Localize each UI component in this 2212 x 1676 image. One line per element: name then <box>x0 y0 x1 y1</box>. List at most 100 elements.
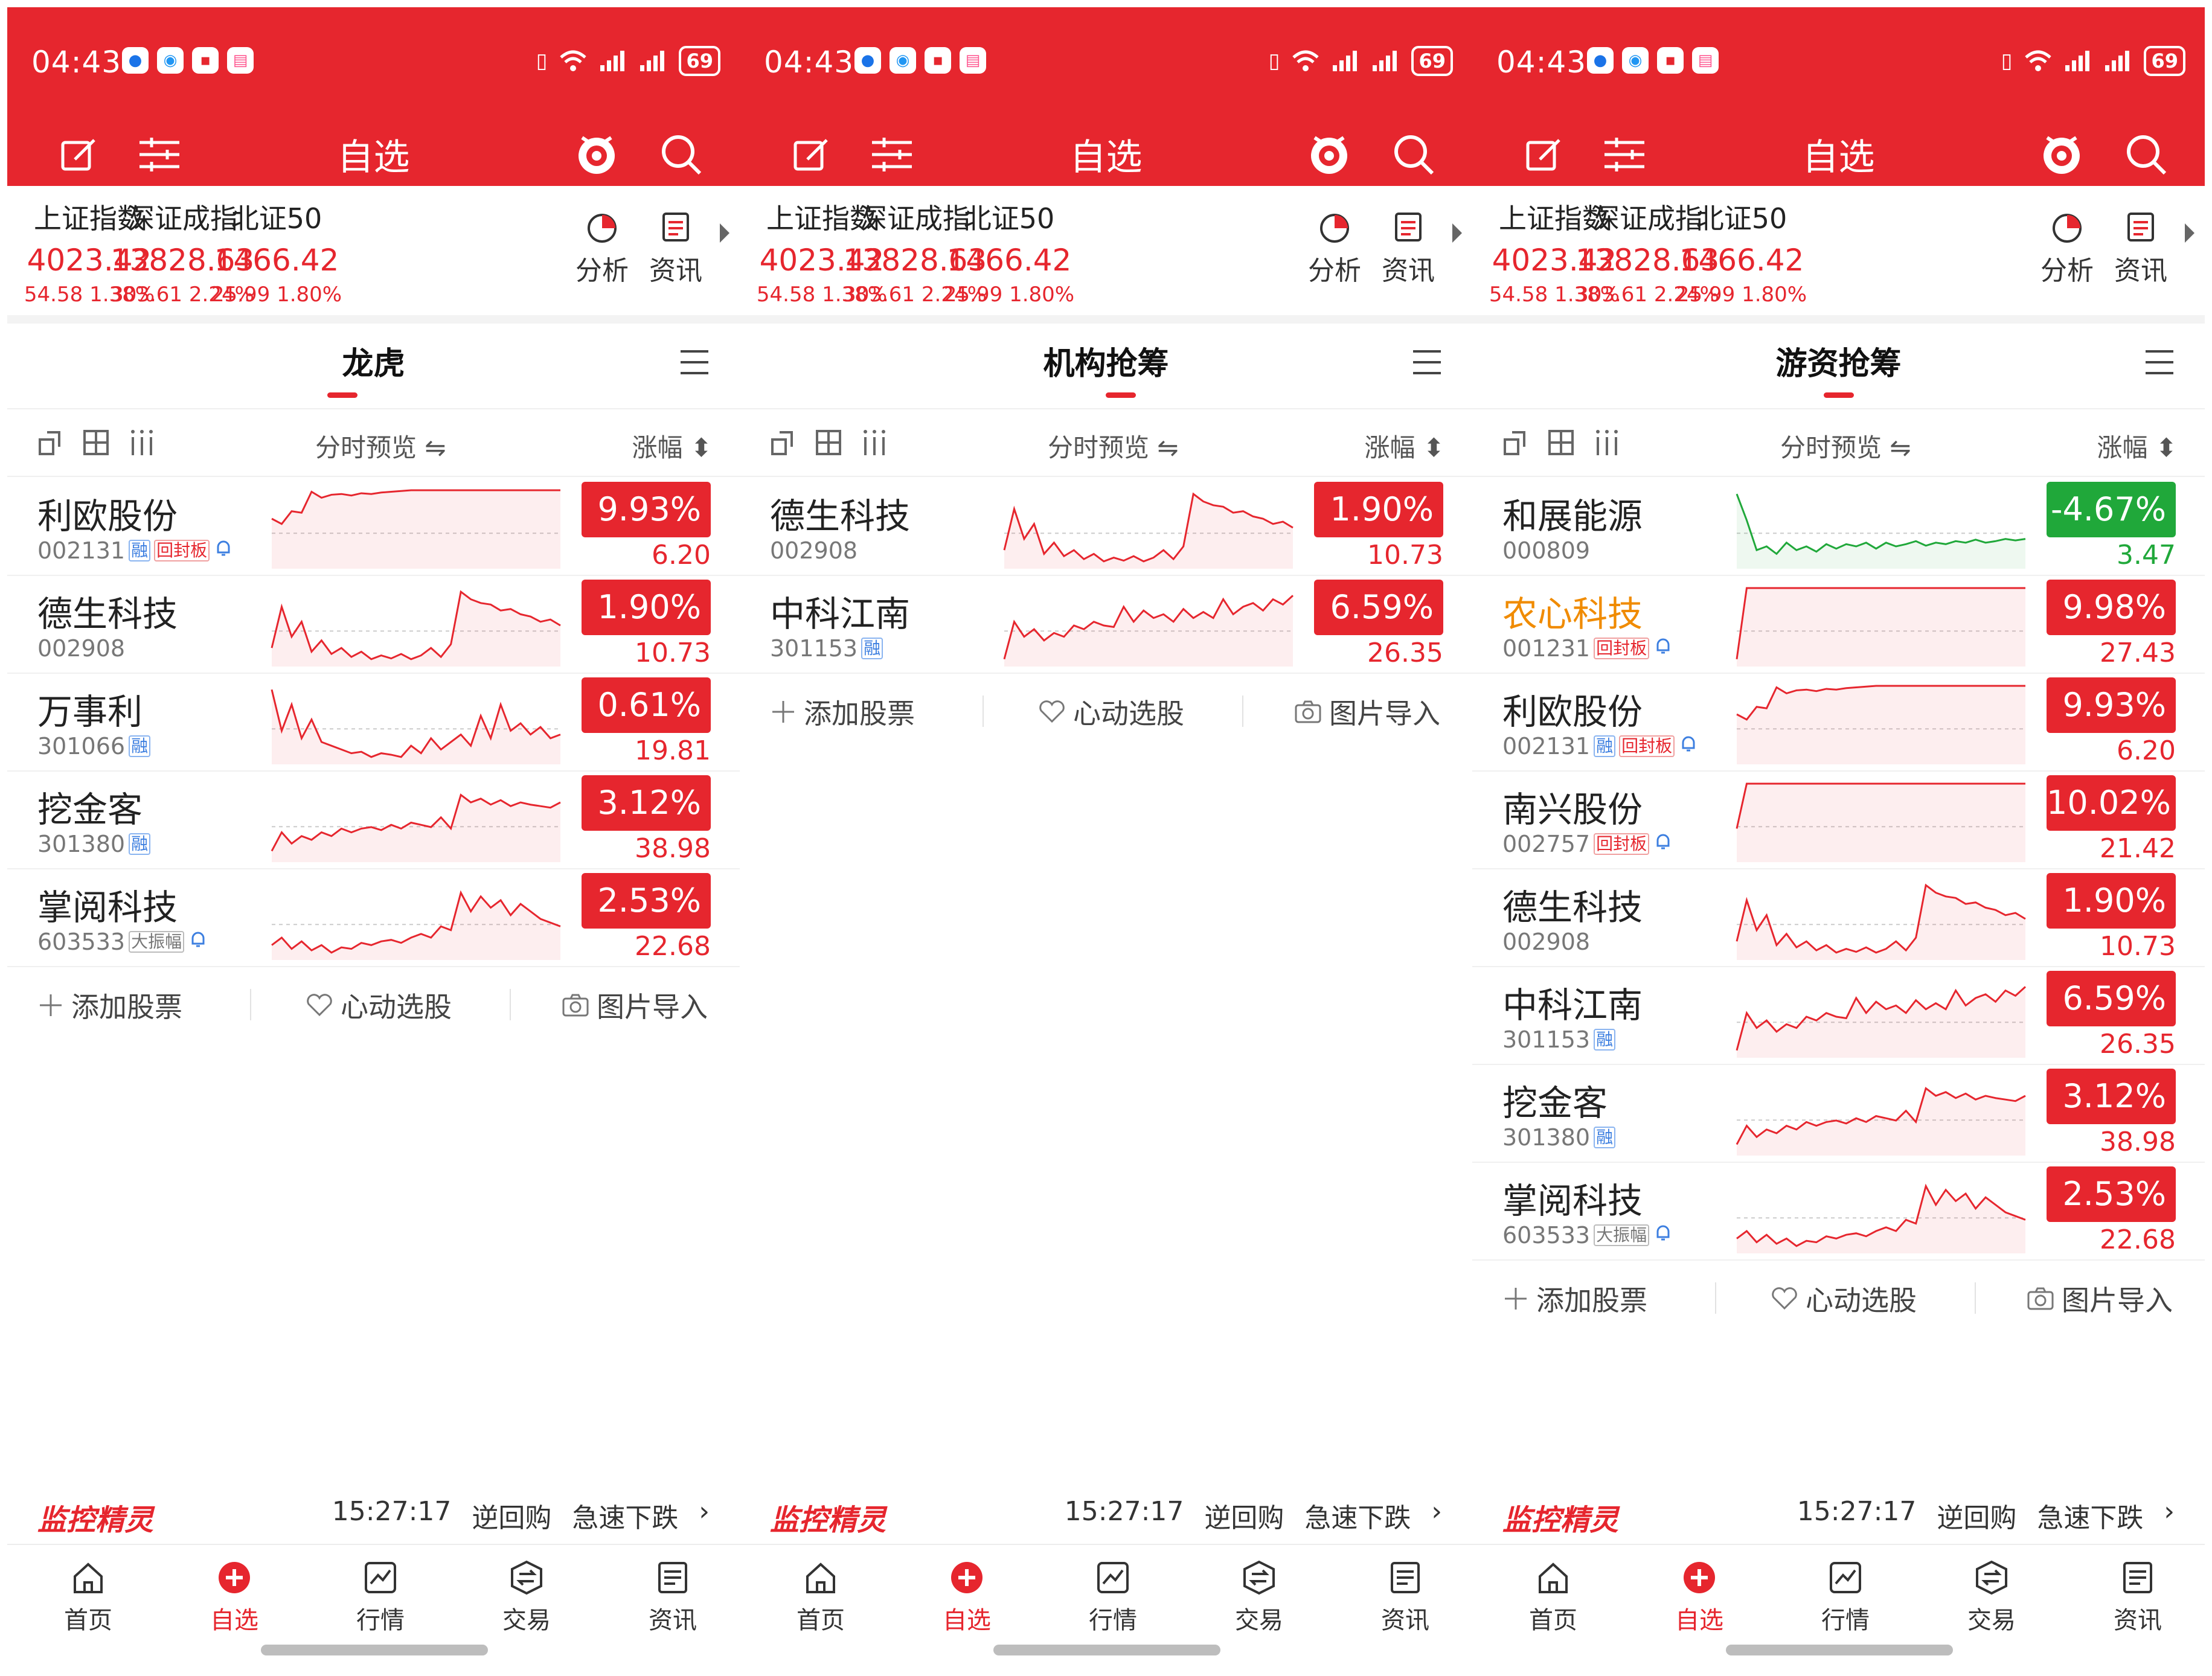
nav-market[interactable]: 行情 <box>1785 1558 1906 1636</box>
analysis-button[interactable]: 分析 <box>2034 210 2100 287</box>
change-column-header[interactable]: 涨幅 ⬍ <box>2097 427 2177 464</box>
alert-ticker[interactable]: 监控精灵 15:27:17 逆回购 急速下跌 › <box>7 1484 740 1544</box>
stock-name: 德生科技 <box>1502 887 1643 928</box>
nav-market[interactable]: 行情 <box>320 1558 441 1636</box>
image-import-button[interactable]: 图片导入 <box>1294 692 1440 732</box>
search-button[interactable] <box>658 132 704 178</box>
pick-stock-button[interactable]: 心动选股 <box>306 985 452 1025</box>
index-quote[interactable]: 北证50 1466.42 25.99 1.80% <box>921 197 1097 307</box>
mascot-button[interactable] <box>1306 132 1352 178</box>
image-import-button[interactable]: 图片导入 <box>562 985 708 1025</box>
add-stock-button[interactable]: 添加股票 <box>37 985 182 1025</box>
chevron-right-icon[interactable] <box>720 223 729 243</box>
nav-trade-label: 交易 <box>502 1607 551 1634</box>
home-indicator[interactable] <box>261 1645 488 1655</box>
stock-code: 301153 <box>1502 1026 1591 1053</box>
news-button[interactable]: 资讯 <box>643 210 709 287</box>
index-quote[interactable]: 北证50 1466.42 25.99 1.80% <box>1653 197 1830 307</box>
sort-mode-icon[interactable] <box>770 429 798 456</box>
stock-row[interactable]: 德生科技 002908 1.90% 10.73 <box>1472 868 2205 967</box>
nav-home[interactable]: 首页 <box>760 1558 881 1636</box>
stock-row[interactable]: 利欧股份 002131 融回封板 9.93% 6.20 <box>7 477 740 576</box>
home-indicator[interactable] <box>1726 1645 1953 1655</box>
nav-news[interactable]: 资讯 <box>612 1558 733 1636</box>
grid-view-icon[interactable] <box>82 429 110 456</box>
pick-stock-button[interactable]: 心动选股 <box>1771 1279 1917 1319</box>
search-button[interactable] <box>1391 132 1437 178</box>
analysis-button[interactable]: 分析 <box>569 210 635 287</box>
alert-ticker[interactable]: 监控精灵 15:27:17 逆回购 急速下跌 › <box>740 1484 1472 1544</box>
chevron-right-icon[interactable] <box>2185 223 2194 243</box>
column-view-icon[interactable] <box>861 429 888 456</box>
menu-icon[interactable] <box>679 349 710 376</box>
preview-column-header[interactable]: 分时预览 ⇋ <box>1048 427 1179 464</box>
image-import-button[interactable]: 图片导入 <box>2027 1279 2173 1319</box>
watchlist-tab-title[interactable]: 游资抢筹 <box>1472 338 2205 383</box>
add-actions: 添加股票 心动选股 图片导入 <box>1472 1263 2205 1323</box>
alert-bell-icon[interactable] <box>1653 635 1673 662</box>
stock-row[interactable]: 农心科技 001231 回封板 9.98% 27.43 <box>1472 575 2205 674</box>
stock-row[interactable]: 德生科技 002908 1.90% 10.73 <box>740 477 1472 576</box>
stock-row[interactable]: 中科江南 301153 融 6.59% 26.35 <box>1472 966 2205 1065</box>
stock-row[interactable]: 掌阅科技 603533 大振幅 2.53% 22.68 <box>1472 1162 2205 1261</box>
change-column-header[interactable]: 涨幅 ⬍ <box>1364 427 1444 464</box>
alert-bell-icon[interactable] <box>188 929 208 955</box>
nav-market-label: 行情 <box>1089 1607 1137 1634</box>
preview-column-header[interactable]: 分时预览 ⇋ <box>1780 427 1911 464</box>
watchlist-tab-title[interactable]: 机构抢筹 <box>740 338 1472 383</box>
stock-row[interactable]: 南兴股份 002757 回封板 10.02% 21.42 <box>1472 770 2205 869</box>
stock-row[interactable]: 德生科技 002908 1.90% 10.73 <box>7 575 740 674</box>
search-button[interactable] <box>2123 132 2169 178</box>
nav-trade[interactable]: 交易 <box>466 1558 587 1636</box>
mascot-icon <box>1311 136 1347 174</box>
index-name: 北证50 <box>963 202 1055 235</box>
nav-news[interactable]: 资讯 <box>1345 1558 1466 1636</box>
nav-watchlist[interactable]: 自选 <box>174 1558 295 1636</box>
sort-mode-icon[interactable] <box>1502 429 1530 456</box>
menu-icon[interactable] <box>2144 349 2175 376</box>
column-view-icon[interactable] <box>1593 429 1621 456</box>
change-column-header[interactable]: 涨幅 ⬍ <box>632 427 712 464</box>
nav-news[interactable]: 资讯 <box>2077 1558 2198 1636</box>
alert-bell-icon[interactable] <box>1653 1222 1673 1249</box>
sort-mode-icon[interactable] <box>37 429 65 456</box>
chevron-right-icon[interactable] <box>1452 223 1462 243</box>
watchlist-tab-title[interactable]: 龙虎 <box>7 338 740 383</box>
nav-trade[interactable]: 交易 <box>1931 1558 2052 1636</box>
news-button[interactable]: 资讯 <box>2108 210 2174 287</box>
alert-bell-icon[interactable] <box>1653 831 1673 857</box>
nav-trade[interactable]: 交易 <box>1199 1558 1319 1636</box>
stock-row[interactable]: 利欧股份 002131 融回封板 9.93% 6.20 <box>1472 673 2205 772</box>
stock-row[interactable]: 掌阅科技 603533 大振幅 2.53% 22.68 <box>7 868 740 967</box>
stock-name: 中科江南 <box>770 593 911 635</box>
news-button[interactable]: 资讯 <box>1375 210 1441 287</box>
grid-view-icon[interactable] <box>1547 429 1575 456</box>
grid-view-icon[interactable] <box>815 429 842 456</box>
nav-watchlist[interactable]: 自选 <box>1639 1558 1760 1636</box>
alert-bell-icon[interactable] <box>1678 733 1699 760</box>
index-quote[interactable]: 北证50 1466.42 25.99 1.80% <box>188 197 365 307</box>
alert-bell-icon[interactable] <box>213 537 234 564</box>
index-change-percent: 1.80% <box>1742 283 1807 307</box>
stock-row[interactable]: 挖金客 301380 融 3.12% 38.98 <box>7 770 740 869</box>
preview-column-header[interactable]: 分时预览 ⇋ <box>315 427 446 464</box>
add-stock-button[interactable]: 添加股票 <box>1502 1279 1647 1319</box>
alert-ticker[interactable]: 监控精灵 15:27:17 逆回购 急速下跌 › <box>1472 1484 2205 1544</box>
stock-row[interactable]: 和展能源 000809 -4.67% 3.47 <box>1472 477 2205 576</box>
stock-row[interactable]: 万事利 301066 融 0.61% 19.81 <box>7 673 740 772</box>
stock-row[interactable]: 中科江南 301153 融 6.59% 26.35 <box>740 575 1472 674</box>
nav-home[interactable]: 首页 <box>1493 1558 1614 1636</box>
app-notification-icon: ● <box>854 47 881 74</box>
column-view-icon[interactable] <box>128 429 156 456</box>
menu-icon[interactable] <box>1412 349 1442 376</box>
add-stock-button[interactable]: 添加股票 <box>770 692 915 732</box>
stock-row[interactable]: 挖金客 301380 融 3.12% 38.98 <box>1472 1064 2205 1163</box>
mascot-button[interactable] <box>574 132 620 178</box>
nav-watchlist[interactable]: 自选 <box>906 1558 1027 1636</box>
nav-home[interactable]: 首页 <box>28 1558 149 1636</box>
analysis-button[interactable]: 分析 <box>1301 210 1368 287</box>
mascot-button[interactable] <box>2039 132 2085 178</box>
pick-stock-button[interactable]: 心动选股 <box>1038 692 1184 732</box>
nav-market[interactable]: 行情 <box>1053 1558 1173 1636</box>
home-indicator[interactable] <box>993 1645 1220 1655</box>
